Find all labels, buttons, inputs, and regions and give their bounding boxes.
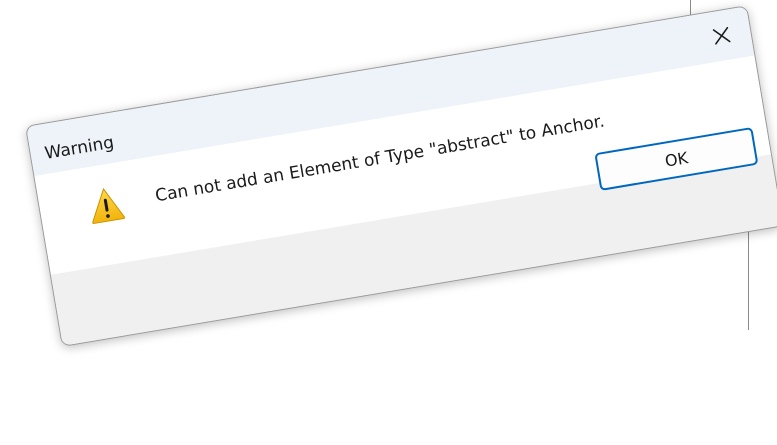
- warning-icon: [92, 187, 126, 224]
- close-icon: [712, 26, 731, 45]
- close-button[interactable]: [704, 19, 739, 54]
- dialog-title: Warning: [43, 132, 116, 164]
- warning-dialog: Warning Can not add an Element of Type "…: [25, 5, 777, 347]
